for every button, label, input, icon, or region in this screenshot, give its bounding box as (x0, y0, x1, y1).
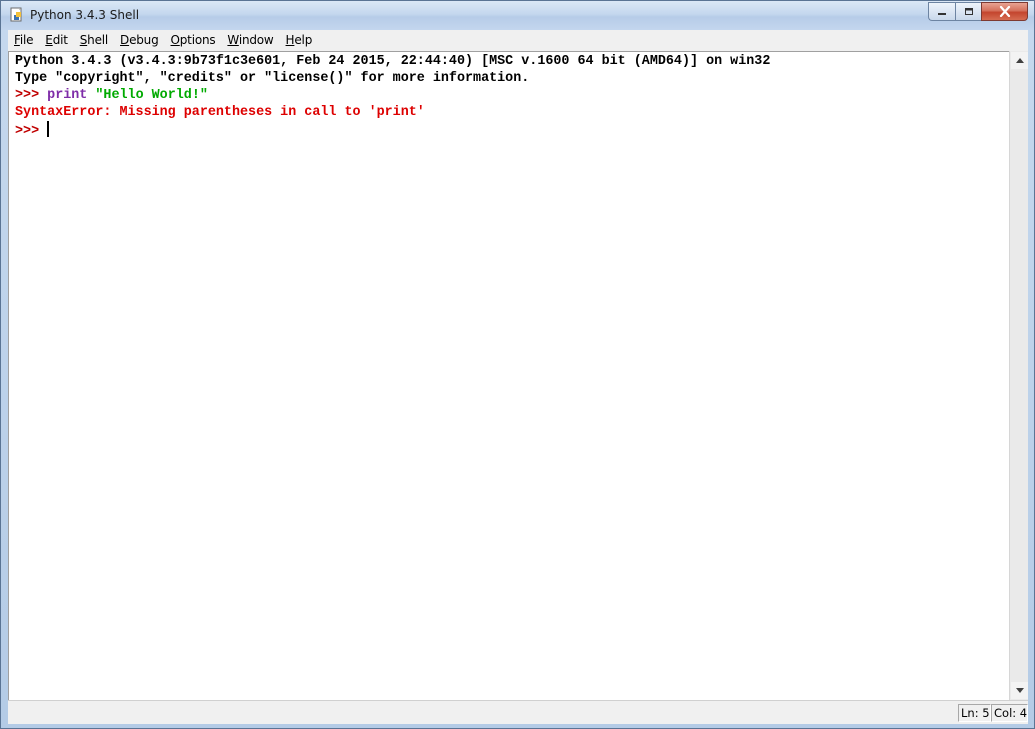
menu-options[interactable]: Options (165, 30, 222, 51)
banner-info-line: Type "copyright", "credits" or "license(… (15, 71, 530, 86)
menu-file-label: ile (19, 33, 34, 47)
input-line: >>> print "Hello World!" (15, 87, 770, 104)
idle-shell-window: Python 3.4.3 Shell File Edit Shell Debug… (0, 0, 1035, 729)
scroll-up-button[interactable] (1011, 52, 1028, 69)
menu-options-label: ptions (179, 33, 216, 47)
menu-shell-label: hell (87, 33, 109, 47)
error-message: SyntaxError: Missing parentheses in call… (15, 105, 425, 120)
print-keyword: print (47, 88, 88, 103)
arrow-down-icon (1015, 688, 1024, 693)
vertical-scrollbar[interactable] (1009, 51, 1028, 700)
menu-debug[interactable]: Debug (114, 30, 164, 51)
menu-file[interactable]: File (8, 30, 39, 51)
menu-window-label: indow (238, 33, 274, 47)
window-controls (928, 2, 1028, 21)
text-caret (47, 121, 50, 137)
arrow-up-icon (1015, 58, 1024, 63)
menu-bar: File Edit Shell Debug Options Window Hel… (8, 30, 1028, 51)
status-bar: Ln: 5 Col: 4 (8, 700, 1028, 724)
close-icon (999, 6, 1010, 17)
shell-prompt: >>> (15, 88, 48, 103)
current-shell-prompt: >>> (15, 124, 48, 139)
scroll-down-button[interactable] (1011, 682, 1028, 699)
minimize-button[interactable] (928, 2, 955, 21)
menu-shell[interactable]: Shell (74, 30, 114, 51)
line-number-indicator: Ln: 5 (958, 704, 991, 722)
maximize-icon (964, 7, 973, 15)
menu-edit-label: dit (52, 33, 68, 47)
python-idle-icon (10, 7, 22, 22)
column-number-indicator: Col: 4 (991, 704, 1028, 722)
title-bar[interactable]: Python 3.4.3 Shell (1, 1, 1034, 30)
menu-options-mnemonic: O (170, 33, 180, 47)
menu-help[interactable]: Help (280, 30, 319, 51)
shell-text-area[interactable]: Python 3.4.3 (v3.4.3:9b73f1c3e601, Feb 2… (8, 51, 1009, 700)
menu-window[interactable]: Window (221, 30, 279, 51)
shell-output: Python 3.4.3 (v3.4.3:9b73f1c3e601, Feb 2… (15, 53, 771, 139)
current-input-line[interactable]: >>> (15, 121, 770, 139)
menu-debug-mnemonic: D (120, 33, 130, 47)
menu-edit-mnemonic: E (45, 33, 53, 47)
menu-help-label: elp (294, 33, 313, 47)
banner-line: Python 3.4.3 (v3.4.3:9b73f1c3e601, Feb 2… (15, 54, 771, 69)
window-title: Python 3.4.3 Shell (30, 8, 140, 22)
minimize-icon (938, 12, 946, 15)
menu-window-mnemonic: W (227, 33, 239, 47)
string-literal: "Hello World!" (95, 88, 208, 103)
menu-edit[interactable]: Edit (39, 30, 73, 51)
menu-debug-label: ebug (129, 33, 159, 47)
maximize-button[interactable] (955, 2, 981, 21)
close-button[interactable] (981, 2, 1028, 21)
